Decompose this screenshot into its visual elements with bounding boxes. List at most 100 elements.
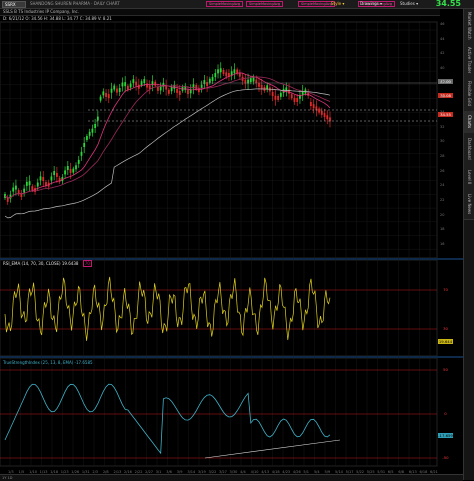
tsi-level-50: 50 <box>443 367 448 372</box>
candle-body <box>50 176 53 181</box>
candle-body <box>86 136 88 141</box>
candle-body <box>279 92 282 97</box>
candle-body <box>137 84 140 89</box>
candle-body <box>80 151 83 156</box>
candle-body <box>211 76 214 81</box>
candle-body <box>105 92 107 97</box>
price-axis-label: 28 <box>440 154 445 158</box>
candle-body <box>99 96 102 101</box>
price-axis-label: 30 <box>440 139 445 144</box>
candle-body <box>277 95 280 100</box>
date-axis-label: 2/16 <box>124 470 132 474</box>
timeframe-label[interactable]: 1Y 1D <box>2 475 12 481</box>
date-axis-label: 4/10 <box>250 470 259 474</box>
candle-body <box>102 91 105 96</box>
candle-body <box>148 85 151 90</box>
rsi-pane-title: RSI_EMA (14, 70, 30, CLOSE) 19.6438 70 <box>3 260 92 267</box>
sidebar-tab-live-news[interactable]: Live News <box>464 189 474 220</box>
price-axis-label: 46 <box>440 22 445 26</box>
date-axis-label: 5/1 <box>303 470 310 474</box>
candle-body <box>312 104 315 109</box>
candle-body <box>132 79 135 84</box>
price-axis-label: 36 <box>440 95 445 100</box>
sidebar-tab-market-watch[interactable]: Market Watch <box>464 9 474 44</box>
candle-body <box>219 68 222 73</box>
tsi-pane <box>0 357 438 467</box>
candle-body <box>94 123 97 128</box>
candle-body <box>208 78 211 83</box>
sidebar-tab-dashboard[interactable]: Dashboard <box>464 133 474 166</box>
candle-body <box>260 84 263 89</box>
candle-body <box>113 85 116 90</box>
candle-body <box>309 102 312 106</box>
tsi-level-neg50: -50 <box>442 455 449 460</box>
date-axis-label: 2/13 <box>113 470 122 474</box>
date-axis-label: 5/22 <box>356 470 365 474</box>
candle-body <box>187 90 189 95</box>
candle-body <box>118 88 121 93</box>
tsi-title-text: TrueStrengthIndex (25, 13, 8, EMA) -17.6… <box>3 360 93 365</box>
candle-body <box>178 90 181 95</box>
date-axis-label: 5/31 <box>377 470 386 474</box>
candle-body <box>23 188 26 193</box>
candle-body <box>15 185 17 190</box>
price-axis-label: 44 <box>440 36 445 41</box>
price-axis-label: 18 <box>440 227 445 232</box>
price-axis-label: 38 <box>440 80 445 85</box>
sidebar-tab-level-ii[interactable]: Level II <box>464 165 474 190</box>
candle-body <box>72 168 75 173</box>
date-axis-label: 1/31 <box>81 470 90 474</box>
rsi-level-70: 70 <box>443 287 448 292</box>
price-axis-label: 34 <box>440 110 445 114</box>
candle-body <box>140 81 143 86</box>
rsi-pane <box>0 259 438 357</box>
date-axis-label: 4/23 <box>282 470 291 474</box>
candle-body <box>88 131 91 136</box>
candle-body <box>42 176 45 181</box>
candle-body <box>233 69 236 74</box>
candle-body <box>252 77 255 82</box>
date-axis-label: 5/4 <box>313 470 320 474</box>
candle-body <box>230 71 233 76</box>
date-axis-label: 3/14 <box>187 470 196 474</box>
sidebar-tab-flexible-grid[interactable]: Flexible Grid <box>464 77 474 112</box>
candle-body <box>96 116 99 121</box>
candle-body <box>143 79 146 84</box>
date-axis-label: 6/21 <box>430 470 438 474</box>
candle-body <box>222 69 225 74</box>
date-axis-label: 3/1 <box>155 470 162 474</box>
chart-canvas[interactable] <box>0 0 463 474</box>
date-axis-label: 3/27 <box>219 470 227 474</box>
candle-body <box>124 82 127 87</box>
candle-body <box>64 170 66 175</box>
date-axis-label: 3/6 <box>166 470 172 474</box>
date-axis-label: 1/26 <box>71 470 80 474</box>
candle-body <box>28 181 31 186</box>
candle-body <box>31 186 34 191</box>
sidebar-tab-charts[interactable]: Charts <box>464 111 474 134</box>
candle-body <box>320 110 323 115</box>
rsi-current-tag: 19.644 <box>438 339 453 344</box>
date-axis-label: 4/4 <box>240 470 246 474</box>
candle-body <box>116 88 118 93</box>
candle-body <box>110 88 113 93</box>
date-axis-label: 5/17 <box>345 470 354 474</box>
candle-body <box>290 94 293 99</box>
sidebar-tab-active-trader[interactable]: Active Trader <box>464 43 474 78</box>
date-axis-label: 1/10 <box>29 470 37 474</box>
price-axis-label: 32 <box>440 124 445 129</box>
pane-separator <box>0 258 463 260</box>
candle-body <box>121 82 124 87</box>
candle-body <box>266 85 269 90</box>
candle-body <box>206 82 209 87</box>
candle-body <box>126 85 129 90</box>
price-axis-label: 20 <box>440 212 445 217</box>
date-axis-label: 2/3 <box>92 470 99 474</box>
candle-body <box>225 72 228 77</box>
candle-body <box>318 108 320 113</box>
date-axis-label: 5/9 <box>324 470 331 474</box>
date-axis-label: 1/23 <box>60 470 69 474</box>
candle-body <box>323 113 326 117</box>
date-axis-label: 4/18 <box>271 470 280 474</box>
candle-body <box>69 168 72 173</box>
